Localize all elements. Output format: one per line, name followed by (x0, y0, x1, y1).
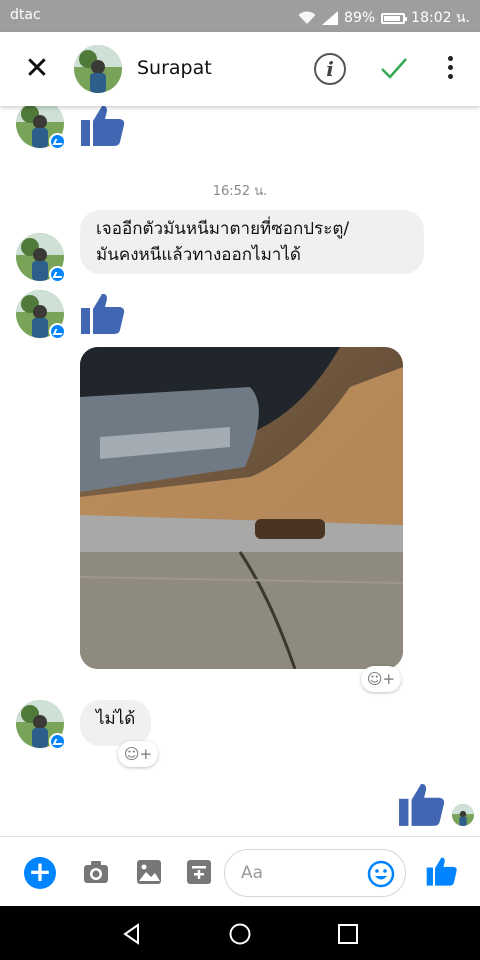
check-icon[interactable] (378, 52, 410, 84)
system-nav-bar (0, 906, 480, 960)
sender-avatar[interactable] (16, 106, 66, 150)
like-icon (399, 784, 445, 826)
message-bubble[interactable]: เจออีกตัวมันหนีมาตายที่ซอกประตู/ มันคงหน… (80, 210, 424, 274)
status-right: 89% 18:02 น. (298, 7, 470, 29)
conversation-header: ✕ Surapat i (0, 32, 480, 106)
message-input[interactable]: Aa (224, 849, 406, 897)
back-icon[interactable] (120, 922, 144, 946)
messenger-badge-icon (49, 133, 66, 150)
contact-avatar[interactable] (74, 45, 122, 93)
like-icon (81, 106, 125, 146)
battery-icon (381, 12, 408, 24)
photo-attachment[interactable] (80, 347, 403, 669)
add-reaction-button[interactable]: ☺+ (118, 741, 158, 767)
wifi-icon (298, 11, 316, 24)
message-list[interactable]: 16:52 น. เจออีกตัวมันหนีมาตายที่ซอกประตู… (0, 106, 480, 836)
add-reaction-button[interactable]: ☺+ (361, 666, 401, 692)
messenger-badge-icon (49, 323, 66, 340)
clock: 18:02 น. (411, 10, 470, 26)
like-button-icon[interactable] (426, 854, 458, 888)
sender-avatar[interactable] (16, 233, 66, 283)
signal-icon (322, 11, 339, 25)
message-placeholder: Aa (241, 863, 264, 883)
more-vertical-icon[interactable] (440, 56, 460, 84)
message-composer: + Aa (0, 836, 480, 906)
messenger-badge-icon (49, 266, 66, 283)
messenger-badge-icon (49, 733, 66, 750)
info-icon[interactable]: i (314, 53, 346, 85)
message-text: เจออีกตัวมันหนีมาตายที่ซอกประตู/ (96, 219, 350, 239)
carrier-label: dtac (10, 7, 41, 23)
timestamp: 16:52 น. (212, 184, 268, 199)
plus-icon[interactable]: + (24, 857, 56, 889)
message-text: ไม่ได้ (96, 709, 136, 729)
camera-icon[interactable] (82, 858, 110, 886)
emoji-icon[interactable] (367, 860, 395, 888)
sender-avatar[interactable] (16, 290, 66, 340)
message-text: มันคงหนีแล้วทางออกไมาได้ (96, 245, 301, 265)
recents-icon[interactable] (336, 922, 360, 946)
gallery-icon[interactable] (136, 858, 162, 886)
message-bubble[interactable]: ไม่ได้ (80, 700, 152, 746)
sender-avatar[interactable] (16, 700, 66, 750)
like-icon (81, 293, 125, 334)
battery-percent: 89% (344, 10, 376, 26)
close-icon[interactable]: ✕ (22, 54, 52, 84)
home-icon[interactable] (228, 922, 252, 946)
status-bar: dtac 89% 18:02 น. (0, 0, 480, 32)
seen-avatar (452, 804, 474, 826)
contact-name[interactable]: Surapat (137, 57, 212, 79)
sticker-icon[interactable] (186, 858, 212, 886)
